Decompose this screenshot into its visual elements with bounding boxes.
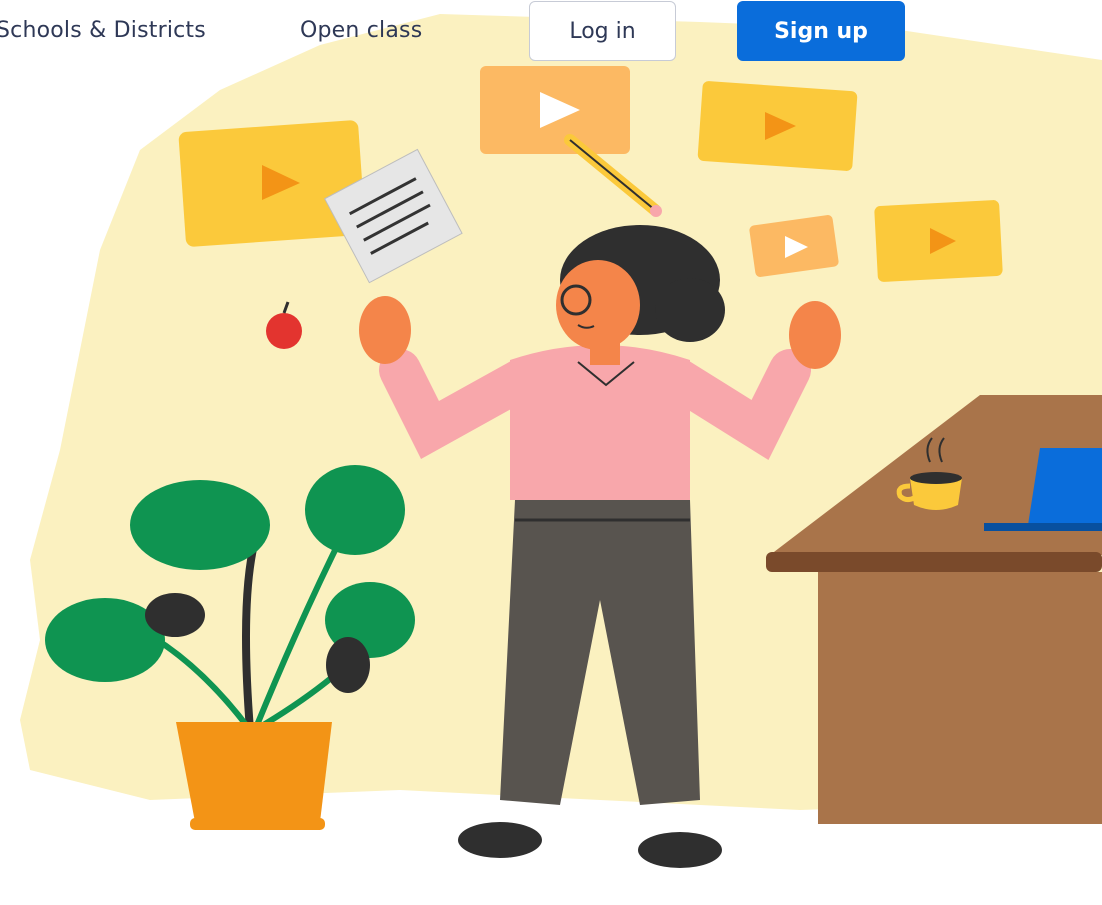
top-navigation: Schools & Districts Open class Log in Si…: [0, 0, 1102, 64]
nav-open-class-link[interactable]: Open class: [300, 18, 422, 43]
login-button[interactable]: Log in: [529, 1, 676, 61]
video-card-icon: [178, 120, 366, 247]
video-card-icon: [697, 81, 858, 171]
signup-button[interactable]: Sign up: [737, 1, 905, 61]
nav-schools-districts-link[interactable]: Schools & Districts: [0, 18, 206, 43]
video-card-icon: [480, 66, 630, 154]
hero-illustration: [20, 14, 1102, 868]
video-card-icon: [874, 200, 1003, 282]
